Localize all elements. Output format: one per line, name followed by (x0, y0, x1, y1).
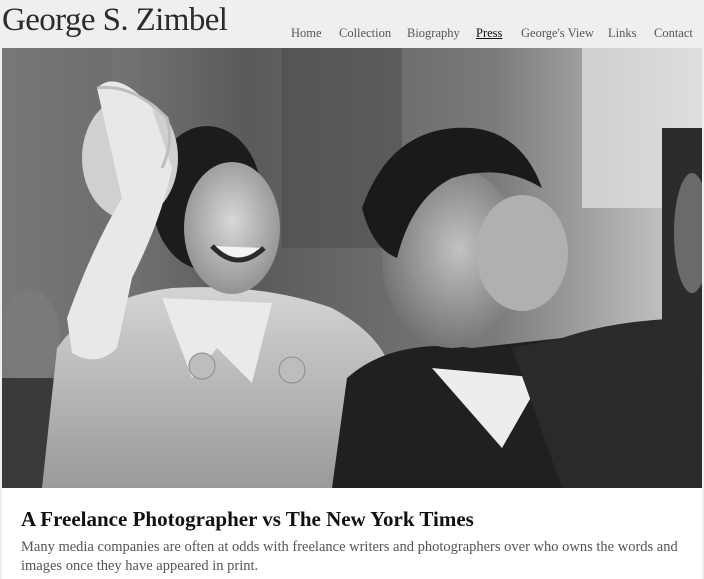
article-teaser: A Freelance Photographer vs The New York… (2, 488, 702, 579)
main-nav: Home Collection Biography Press George's… (0, 26, 704, 42)
article-lede: Many media companies are often at odds w… (21, 539, 678, 574)
nav-contact[interactable]: Contact (654, 26, 693, 41)
nav-links[interactable]: Links (608, 26, 636, 41)
nav-biography[interactable]: Biography (407, 26, 460, 41)
article-headline[interactable]: A Freelance Photographer vs The New York… (21, 507, 474, 532)
nav-collection[interactable]: Collection (339, 26, 391, 41)
hero-photo (2, 48, 702, 488)
nav-press[interactable]: Press (476, 26, 502, 41)
nav-home[interactable]: Home (291, 26, 322, 41)
nav-georges-view[interactable]: George's View (521, 26, 594, 41)
hero-photo-image (2, 48, 702, 488)
site-header: George S. Zimbel Home Collection Biograp… (0, 0, 704, 48)
